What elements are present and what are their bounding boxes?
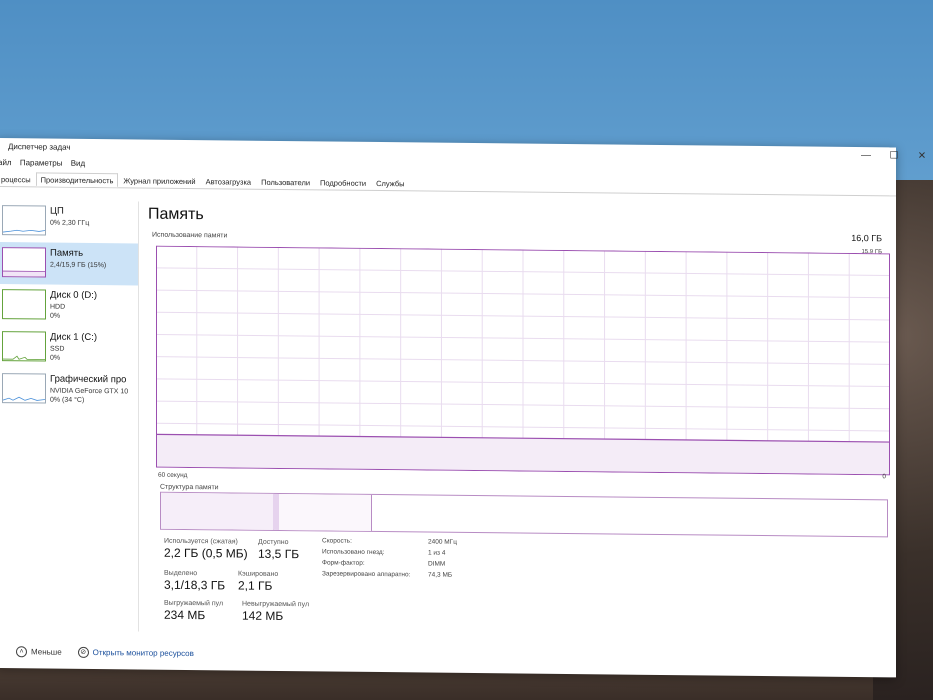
stat-committed: Выделено 3,1/18,3 ГБ: [164, 569, 226, 593]
memory-thumbnail-graph: [2, 247, 46, 278]
maximize-icon[interactable]: ☐: [880, 150, 908, 164]
menu-options[interactable]: Параметры: [20, 158, 63, 167]
chevron-up-icon[interactable]: ˄: [16, 646, 27, 658]
tab-app-history[interactable]: Журнал приложений: [118, 173, 200, 188]
memory-structure-bar: [160, 491, 888, 538]
disk1-thumbnail-graph: [2, 331, 46, 362]
sidebar-gpu-title: Графический про: [50, 373, 127, 386]
detail-slots-label: Использовано гнезд:: [322, 548, 385, 557]
fewer-details-link[interactable]: Меньше: [31, 647, 62, 656]
tab-performance[interactable]: Производительность: [35, 172, 119, 188]
sidebar-disk0-usage: 0%: [50, 312, 61, 320]
detail-form-factor-label: Форм-фактор:: [322, 559, 365, 567]
detail-form-factor-value: DIMM: [428, 560, 446, 568]
stat-paged-pool: Выгружаемый пул 234 МБ: [164, 599, 224, 623]
close-icon[interactable]: ✕: [908, 151, 933, 165]
tab-services[interactable]: Службы: [371, 176, 409, 190]
page-title: Память: [148, 205, 204, 224]
footer-bar: ˄ Меньше ⊘ Открыть монитор ресурсов: [16, 646, 194, 659]
sidebar-item-gpu[interactable]: Графический про NVIDIA GeForce GTX 10 0%…: [0, 368, 138, 411]
sidebar-memory-usage: 2,4/15,9 ГБ (15%): [50, 261, 107, 270]
stat-cached: Кэшировано 2,1 ГБ: [238, 570, 279, 593]
sidebar-memory-title: Память: [50, 247, 84, 259]
cpu-thumbnail-graph: [2, 205, 46, 236]
open-resource-monitor-link[interactable]: Открыть монитор ресурсов: [93, 648, 194, 658]
sidebar-cpu-usage: 0% 2,30 ГГц: [50, 219, 90, 227]
detail-reserved-label: Зарезервировано аппаратно:: [322, 570, 411, 579]
detail-reserved-value: 74,3 МБ: [428, 571, 453, 579]
sidebar-item-disk-1[interactable]: Диск 1 (C:) SSD 0%: [0, 326, 138, 369]
usage-graph-label: Использование памяти: [152, 231, 228, 240]
gpu-thumbnail-graph: [2, 373, 46, 404]
disk0-thumbnail-graph: [2, 289, 46, 320]
detail-speed-label: Скорость:: [322, 537, 352, 545]
memory-structure-label: Структура памяти: [160, 483, 219, 492]
detail-slots-value: 1 из 4: [428, 549, 446, 557]
stat-nonpaged-pool: Невыгружаемый пул 142 МБ: [242, 600, 310, 624]
memory-capacity: 16,0 ГБ: [851, 232, 882, 244]
tab-details[interactable]: Подробности: [315, 175, 371, 190]
sidebar-disk0-type: HDD: [50, 303, 66, 311]
detail-speed-value: 2400 МГц: [428, 538, 457, 546]
tab-users[interactable]: Пользователи: [256, 175, 315, 190]
sidebar-item-disk-0[interactable]: Диск 0 (D:) HDD 0%: [0, 284, 138, 327]
menu-view[interactable]: Вид: [71, 159, 85, 168]
graph-time-span: 60 секунд: [158, 471, 188, 480]
structure-standby-segment: [279, 493, 372, 531]
sidebar-cpu-title: ЦП: [50, 205, 64, 217]
tab-startup[interactable]: Автозагрузка: [201, 174, 257, 189]
graph-time-zero: 0: [882, 473, 886, 481]
resource-sidebar: ЦП 0% 2,30 ГГц Память 2,4/15,9 ГБ (15%) …: [0, 200, 139, 632]
stat-available: Доступно 13,5 ГБ: [258, 538, 300, 562]
sidebar-gpu-model: NVIDIA GeForce GTX 10: [50, 387, 129, 396]
resource-monitor-icon[interactable]: ⊘: [77, 646, 89, 658]
menu-file[interactable]: айл: [0, 158, 12, 167]
minimize-icon[interactable]: —: [852, 150, 880, 164]
window-title: Диспетчер задач: [8, 142, 71, 152]
task-manager-window: Диспетчер задач — ☐ ✕ айл Параметры Вид …: [0, 138, 926, 678]
sidebar-disk1-title: Диск 1 (C:): [50, 331, 98, 344]
memory-panel: Память 16,0 ГБ Использование памяти 15,9…: [148, 202, 890, 640]
structure-in-use-segment: [161, 492, 274, 530]
sidebar-disk0-title: Диск 0 (D:): [50, 289, 98, 302]
sidebar-item-memory[interactable]: Память 2,4/15,9 ГБ (15%): [0, 242, 138, 286]
sidebar-disk1-type: SSD: [50, 345, 65, 353]
sidebar-gpu-usage: 0% (34 °C): [50, 396, 85, 404]
tab-processes[interactable]: роцессы: [0, 172, 36, 186]
sidebar-disk1-usage: 0%: [50, 354, 61, 362]
stat-in-use: Используется (сжатая) 2,2 ГБ (0,5 МБ): [164, 537, 248, 561]
memory-usage-graph: [156, 245, 890, 476]
sidebar-item-cpu[interactable]: ЦП 0% 2,30 ГГц: [0, 200, 138, 243]
